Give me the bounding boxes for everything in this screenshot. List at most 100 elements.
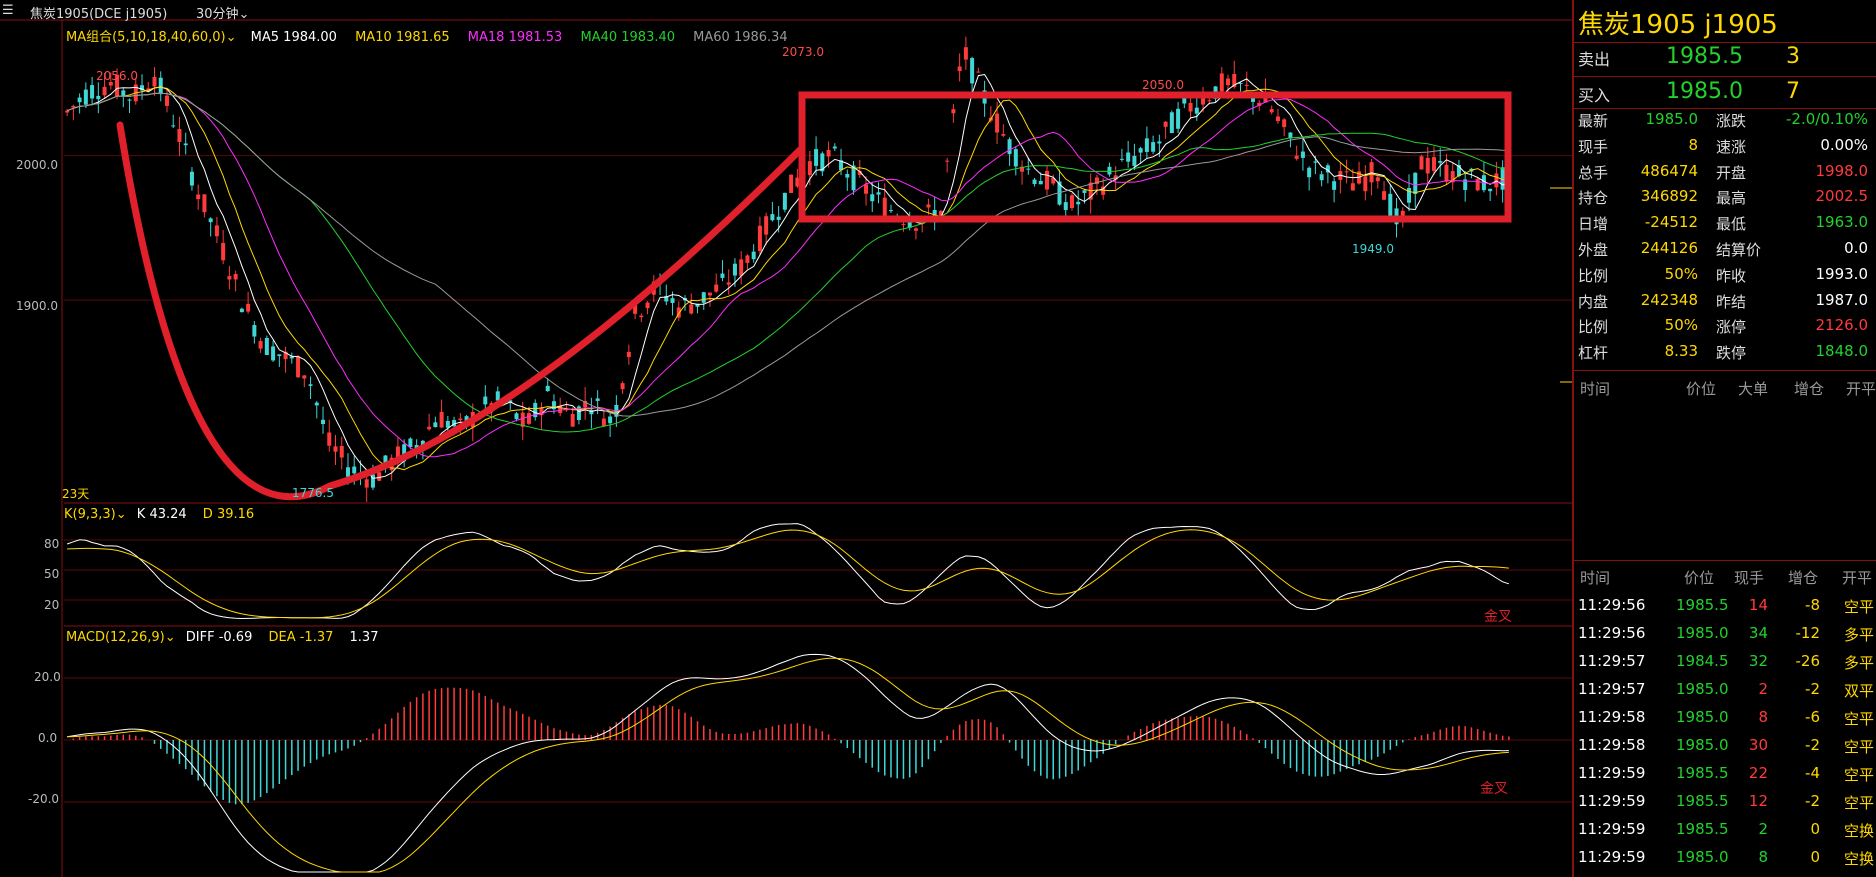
tick-row[interactable]: 11:29:58 1985.0 8 -6 空平 xyxy=(1574,704,1876,732)
chart-canvas[interactable] xyxy=(0,0,1572,877)
ma5-line xyxy=(66,73,1509,479)
candle-body xyxy=(1169,112,1174,134)
ask-row[interactable]: 卖出 xyxy=(1578,46,1610,72)
candle-body xyxy=(1275,116,1280,122)
stat-value: -2.0/0.10% xyxy=(1786,110,1868,128)
candle-body xyxy=(408,438,413,447)
candle-body xyxy=(945,160,950,162)
candle-body xyxy=(913,228,918,231)
candle-body xyxy=(377,472,382,481)
candle-body xyxy=(995,113,1000,133)
d-value: D 39.16 xyxy=(202,507,255,522)
ma-combo-selector[interactable]: MA组合(5,10,18,40,60,0)⌄ xyxy=(66,30,237,45)
annotation-high: 2056.0 xyxy=(96,69,138,83)
tick-price: 1985.0 xyxy=(1676,848,1729,866)
tick-row[interactable]: 11:29:59 1985.5 12 -2 空平 xyxy=(1574,788,1876,816)
stat-label: 结算价 xyxy=(1716,241,1762,259)
candle-body xyxy=(963,47,968,60)
stat-label: 速涨 xyxy=(1716,137,1747,156)
stat-value: 2002.5 xyxy=(1815,187,1869,206)
tick-price: 1985.0 xyxy=(1676,680,1729,698)
tick-price: 1985.5 xyxy=(1676,764,1729,782)
candle-body xyxy=(177,129,182,142)
candle-body xyxy=(1151,142,1156,152)
tick-row[interactable]: 11:29:56 1985.5 14 -8 空平 xyxy=(1574,592,1876,620)
period-selector[interactable]: 30分钟⌄ xyxy=(196,3,249,22)
tick-oi: -2 xyxy=(1805,680,1820,698)
candle-body xyxy=(1350,183,1355,191)
candle-body xyxy=(308,384,313,386)
tick-row[interactable]: 11:29:59 1985.0 8 0 空换 xyxy=(1574,844,1876,872)
tick-row[interactable]: 11:29:59 1985.5 2 0 空换 xyxy=(1574,816,1876,844)
stat-value: 1963.0 xyxy=(1815,213,1869,232)
candle-body xyxy=(83,89,88,105)
tick-oi: -4 xyxy=(1805,764,1820,782)
candle-body xyxy=(757,225,762,252)
stat-value: 244126 xyxy=(1640,239,1698,257)
candle-body xyxy=(789,174,794,193)
ma18-line xyxy=(66,92,1510,458)
candle-body xyxy=(626,351,631,358)
tick-type: 空平 xyxy=(1844,766,1875,784)
candle-body xyxy=(458,418,463,421)
candle-body xyxy=(1063,202,1068,211)
candle-body xyxy=(870,194,875,202)
candle-body xyxy=(252,325,257,337)
tick-row[interactable]: 11:29:57 1985.0 2 -2 双平 xyxy=(1574,676,1876,704)
macd-selector[interactable]: MACD(12,26,9)⌄ xyxy=(66,630,176,645)
tick-row[interactable]: 11:29:56 1985.0 34 -12 多平 xyxy=(1574,620,1876,648)
stat-value: -24512 xyxy=(1644,213,1698,232)
candle-body xyxy=(221,242,226,261)
tick-oi: -2 xyxy=(1805,792,1820,810)
stat-value: 1998.0 xyxy=(1815,161,1869,180)
ma-legend: MA组合(5,10,18,40,60,0)⌄ MA5 1984.00 MA10 … xyxy=(66,26,788,45)
candle-body xyxy=(65,110,70,113)
bid-row[interactable]: 买入 xyxy=(1578,82,1610,108)
candle-body xyxy=(1382,191,1387,200)
tick-vol: 8 xyxy=(1758,708,1768,726)
candle-body xyxy=(445,420,450,428)
tick-time: 11:29:58 xyxy=(1578,708,1646,726)
macd-axis-tick: 0.0 xyxy=(38,731,58,745)
menu-icon[interactable]: ☰ xyxy=(2,3,14,18)
contract-label[interactable]: 焦炭1905(DCE j1905) xyxy=(30,3,167,22)
candle-body xyxy=(214,225,219,237)
ask-volume: 3 xyxy=(1786,44,1800,69)
candle-body xyxy=(957,66,962,72)
candle-body xyxy=(976,71,981,73)
candle-body xyxy=(1007,139,1012,155)
tick-oi: -8 xyxy=(1805,596,1820,614)
tick-row[interactable]: 11:29:57 1984.5 32 -26 多平 xyxy=(1574,648,1876,676)
stat-label: 杠杆 xyxy=(1578,344,1609,363)
candle-body xyxy=(71,105,76,108)
stat-label: 比例 xyxy=(1578,318,1609,337)
candle-body xyxy=(1107,166,1112,175)
tick-row[interactable]: 11:29:59 1985.5 22 -4 空平 xyxy=(1574,760,1876,788)
candle-body xyxy=(926,204,931,208)
kd-selector[interactable]: K(9,3,3)⌄ xyxy=(64,507,127,522)
tick-vol: 2 xyxy=(1758,820,1768,838)
candle-body xyxy=(1076,201,1081,205)
candle-body xyxy=(1238,83,1243,85)
candle-body xyxy=(1294,155,1299,159)
stat-value: 1848.0 xyxy=(1815,342,1869,361)
candle-body xyxy=(1188,102,1193,112)
tick-time: 11:29:57 xyxy=(1578,652,1646,670)
stat-label: 日增 xyxy=(1578,215,1609,234)
big-order-column-header: 增仓 xyxy=(1794,380,1825,398)
tick-vol: 32 xyxy=(1748,652,1768,670)
k-value: K 43.24 xyxy=(136,507,187,522)
candle-body xyxy=(720,273,725,278)
day-count-label: 23天 xyxy=(62,487,90,501)
candle-body xyxy=(302,375,307,379)
candle-body xyxy=(127,99,132,101)
candle-body xyxy=(1332,181,1337,190)
candle-body xyxy=(1219,73,1224,92)
quote-title: 焦炭1905 j1905 xyxy=(1578,10,1778,40)
candle-body xyxy=(770,214,775,221)
tick-row[interactable]: 11:29:58 1985.0 30 -2 空平 xyxy=(1574,732,1876,760)
candle-body xyxy=(495,391,500,401)
chart-area[interactable]: ☰ 焦炭1905(DCE j1905) 30分钟⌄ MA组合(5,10,18,4… xyxy=(0,0,1572,877)
candle-body xyxy=(102,86,107,96)
tick-type: 空平 xyxy=(1844,738,1875,756)
